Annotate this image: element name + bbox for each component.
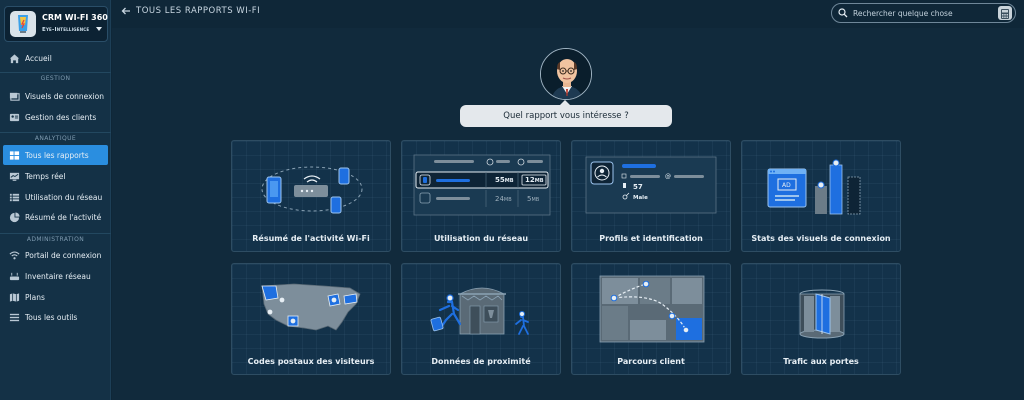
profile-at-sign: @: [665, 173, 671, 180]
sidebar-item-home[interactable]: Accueil: [3, 48, 108, 68]
profile-illustration: [585, 156, 717, 214]
sidebar-item-clients[interactable]: Gestion des clients: [3, 107, 108, 127]
sidebar-item-all-tools[interactable]: Tous les outils: [3, 307, 108, 327]
usage-unit: MB: [503, 197, 512, 203]
devices-illustration-icon: [261, 166, 363, 214]
wifi-icon: [9, 250, 20, 261]
ad-label: AD: [782, 182, 791, 189]
card-label: Trafic aux portes: [783, 357, 859, 366]
sidebar-item-realtime[interactable]: Temps réel: [3, 166, 108, 186]
users-icon: [9, 112, 20, 123]
usa-map-illustration: [261, 283, 361, 331]
report-card-profiles[interactable]: @ 57 Male Profils et identification: [571, 140, 731, 252]
report-card-visual-stats[interactable]: AD Stats des visuels de connexion: [741, 140, 901, 252]
report-card-proximity[interactable]: Données de proximité: [401, 263, 561, 375]
pie-icon: [9, 211, 20, 223]
router-icon: [9, 271, 20, 282]
sidebar-item-login-visuals[interactable]: Visuels de connexion: [3, 86, 108, 106]
card-label: Données de proximité: [431, 357, 531, 366]
report-card-customer-journey[interactable]: Parcours client: [571, 263, 731, 375]
chevron-down-icon: [96, 27, 102, 31]
list-icon: [9, 192, 20, 203]
sidebar-item-activity-summary[interactable]: Résumé de l'activité: [3, 207, 108, 227]
sidebar-item-label: Utilisation du réseau: [25, 192, 103, 202]
calculator-icon[interactable]: [998, 6, 1012, 20]
live-icon: [9, 171, 20, 182]
sidebar-item-all-reports[interactable]: Tous les rapports: [3, 145, 108, 165]
sidebar-item-label: Inventaire réseau: [25, 271, 91, 281]
app-subtitle: Eye-Intelligence: [42, 27, 90, 33]
network-table-illustration: [413, 154, 551, 216]
profile-gender: Male: [633, 195, 648, 201]
stats-illustration: [767, 159, 861, 215]
usage-unit: MB: [534, 178, 544, 184]
search-icon: [838, 8, 848, 18]
sidebar-item-network-usage[interactable]: Utilisation du réseau: [3, 187, 108, 207]
app-switcher[interactable]: CRM WI-FI 360 Eye-Intelligence: [4, 6, 108, 42]
door-illustration: [799, 289, 845, 339]
search-box: [831, 3, 1016, 23]
section-label-analytique: ANALYTIQUE: [0, 132, 111, 142]
profile-count: 57: [633, 183, 643, 191]
report-card-wifi-activity[interactable]: Résumé de l'activité Wi-Fi: [231, 140, 391, 252]
card-label: Profils et identification: [599, 234, 703, 243]
sidebar-item-label: Accueil: [25, 53, 52, 63]
map-icon: [9, 292, 20, 303]
card-label: Utilisation du réseau: [433, 234, 529, 243]
card-label: Codes postaux des visiteurs: [247, 357, 375, 366]
report-card-door-traffic[interactable]: Trafic aux portes: [741, 263, 901, 375]
prompt-bubble: Quel rapport vous intéresse ?: [460, 100, 672, 127]
card-label: Parcours client: [617, 357, 685, 366]
image-icon: [9, 91, 20, 102]
sidebar-item-label: Visuels de connexion: [25, 91, 105, 101]
section-label-administration: ADMINISTRATION: [0, 233, 111, 243]
sidebar-item-label: Plans: [25, 292, 45, 302]
usage-unit: MB: [531, 197, 540, 203]
card-label: Stats des visuels de connexion: [751, 234, 891, 243]
search-input[interactable]: [853, 8, 993, 18]
sidebar-item-label: Résumé de l'activité: [25, 212, 102, 222]
usage-value: 55: [495, 176, 505, 184]
usage-unit: MB: [504, 178, 514, 184]
app-title: CRM WI-FI 360: [42, 13, 108, 22]
usage-value: 24: [495, 195, 504, 203]
back-link[interactable]: TOUS LES RAPPORTS WI-FI: [121, 6, 260, 16]
sidebar-item-login-portal[interactable]: Portail de connexion: [3, 245, 108, 265]
sidebar-item-label: Portail de connexion: [25, 250, 102, 260]
assistant-avatar: [540, 48, 592, 100]
back-link-label: TOUS LES RAPPORTS WI-FI: [136, 6, 261, 16]
usage-value: 12: [525, 176, 535, 184]
sidebar-item-label: Tous les rapports: [25, 150, 89, 160]
grid-icon: [9, 150, 20, 161]
arrow-left-icon: [121, 7, 130, 15]
home-icon: [9, 53, 20, 64]
sidebar: CRM WI-FI 360 Eye-Intelligence Accueil G…: [0, 0, 111, 400]
report-card-postal-codes[interactable]: Codes postaux des visiteurs: [231, 263, 391, 375]
card-label: Résumé de l'activité Wi-Fi: [252, 234, 370, 243]
app-logo-icon: [10, 11, 36, 37]
storefront-illustration: [430, 287, 529, 335]
floorplan-illustration: [599, 275, 705, 343]
sidebar-item-network-inventory[interactable]: Inventaire réseau: [3, 266, 108, 286]
sidebar-item-label: Tous les outils: [25, 312, 78, 322]
sidebar-item-label: Gestion des clients: [25, 112, 97, 122]
section-label-gestion: GESTION: [0, 72, 111, 82]
sidebar-item-plans[interactable]: Plans: [3, 287, 108, 307]
report-card-network-usage[interactable]: 55MB 12MB 24MB 5MB Utilisation du réseau: [401, 140, 561, 252]
sidebar-item-label: Temps réel: [25, 171, 66, 181]
menu-icon: [9, 312, 20, 323]
